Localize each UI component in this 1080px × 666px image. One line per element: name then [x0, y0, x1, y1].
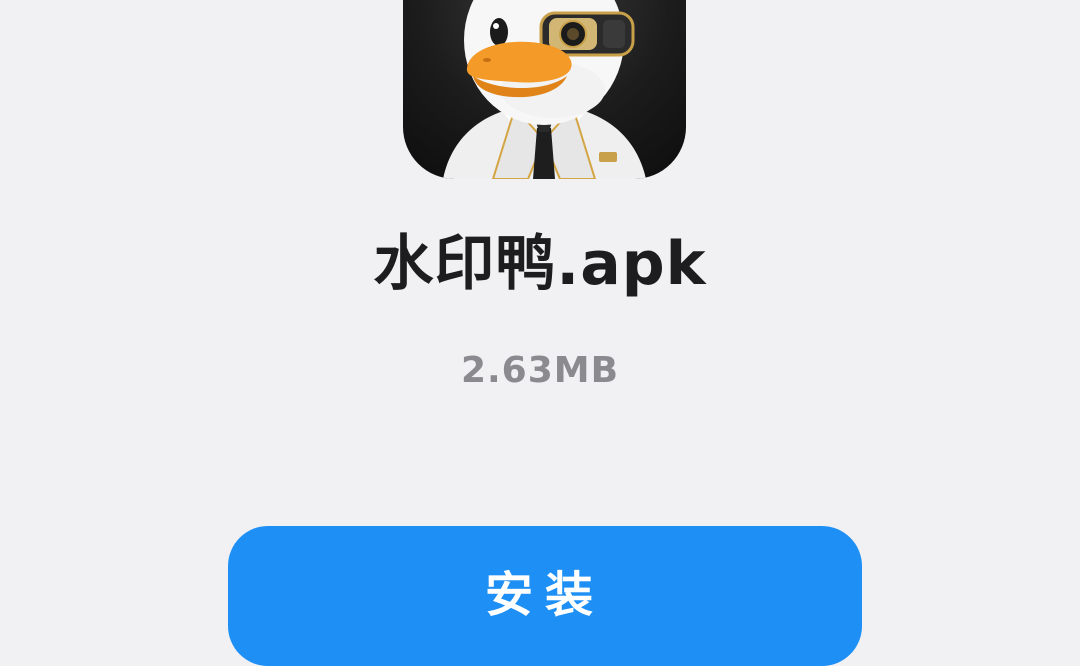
file-size: 2.63MB	[460, 350, 620, 391]
app-icon	[403, 0, 686, 179]
duck-icon	[443, 0, 646, 179]
install-button[interactable]: 安装	[228, 526, 862, 666]
file-name: 水印鸭.apk	[373, 229, 707, 299]
